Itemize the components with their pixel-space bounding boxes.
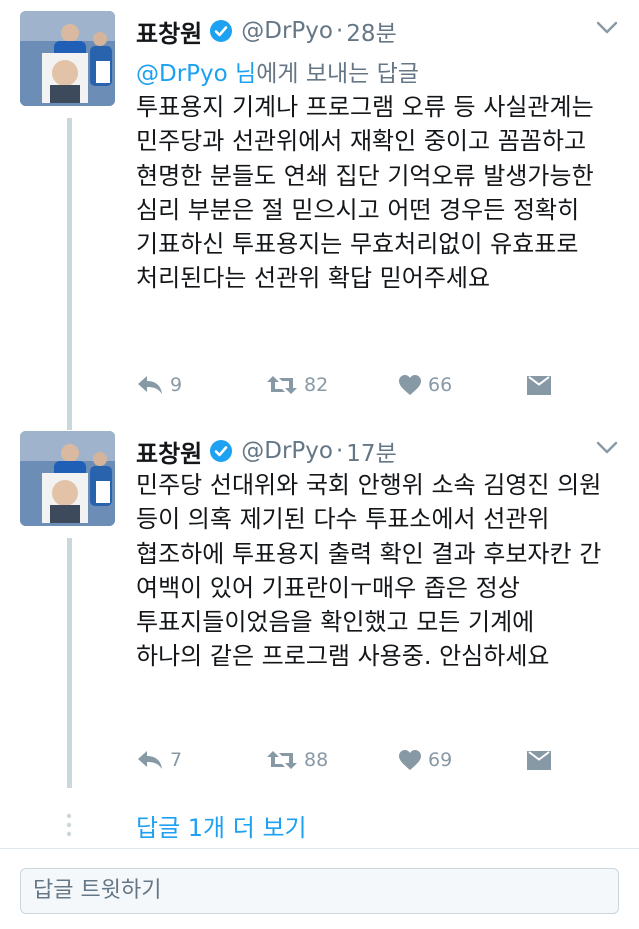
author-name[interactable]: 표창원 xyxy=(136,14,202,49)
retweet-icon xyxy=(267,751,297,769)
retweet-count: 82 xyxy=(304,374,329,396)
avatar[interactable] xyxy=(20,11,115,106)
reply-button[interactable]: 7 xyxy=(136,745,182,775)
reply-icon xyxy=(138,751,162,769)
separator-dot: · xyxy=(335,18,344,44)
direct-message-icon xyxy=(527,376,551,395)
reply-count: 9 xyxy=(170,374,183,396)
verified-badge-icon xyxy=(210,20,233,42)
like-count: 69 xyxy=(428,749,453,771)
chevron-down-icon[interactable] xyxy=(595,20,619,36)
retweet-button[interactable]: 88 xyxy=(266,745,328,775)
timestamp[interactable]: 17분 xyxy=(346,434,396,468)
show-more-replies-link[interactable]: 답글 1개 더 보기 xyxy=(136,808,307,843)
reply-mention-link[interactable]: @DrPyo 님 xyxy=(136,61,256,87)
tweet-header: 표창원 @DrPyo · 28분 xyxy=(136,14,397,48)
tweet-actions: 7 88 69 xyxy=(136,745,556,775)
thread-connector-line xyxy=(67,538,72,788)
verified-badge-icon xyxy=(210,440,233,462)
timestamp[interactable]: 28분 xyxy=(346,14,396,48)
show-more-replies[interactable]: 답글 1개 더 보기 xyxy=(0,802,639,846)
reply-count: 7 xyxy=(170,749,183,771)
tweet-text: 민주당 선대위와 국회 안행위 소속 김영진 의원 등이 의혹 제기된 다수 투… xyxy=(136,471,602,671)
tweet-header: 표창원 @DrPyo · 17분 xyxy=(136,434,397,468)
tweet-actions: 9 82 66 xyxy=(136,370,556,400)
author-handle[interactable]: @DrPyo xyxy=(241,18,333,44)
thread-connector-line xyxy=(67,420,72,430)
heart-icon xyxy=(399,750,421,770)
reply-icon xyxy=(138,376,162,394)
reply-context-text: 에게 보내는 답글 xyxy=(256,61,419,87)
tweet-thread: 표창원 @DrPyo · 28분 @DrPyo 님에게 보내는 답글 투표용지 … xyxy=(0,0,639,842)
avatar[interactable] xyxy=(20,431,115,526)
like-button[interactable]: 69 xyxy=(398,745,452,775)
reply-composer-bar: 답글 트윗하기 xyxy=(0,848,639,929)
reply-button[interactable]: 9 xyxy=(136,370,182,400)
like-count: 66 xyxy=(428,374,453,396)
more-dots-icon xyxy=(66,813,72,837)
tweet[interactable]: 표창원 @DrPyo · 17분 민주당 선대위와 국회 안행위 소속 김영진 … xyxy=(0,420,639,802)
thread-connector-line xyxy=(67,118,72,420)
tweet-text: 투표용지 기계나 프로그램 오류 등 사실관계는 민주당과 선관위에서 재확인 … xyxy=(136,93,594,293)
author-name[interactable]: 표창원 xyxy=(136,434,202,469)
separator-dot: · xyxy=(335,438,344,464)
direct-message-button[interactable] xyxy=(526,370,552,400)
direct-message-button[interactable] xyxy=(526,745,552,775)
retweet-icon xyxy=(267,376,297,394)
heart-icon xyxy=(399,375,421,395)
reply-context: @DrPyo 님에게 보내는 답글 xyxy=(136,54,419,88)
direct-message-icon xyxy=(527,751,551,770)
retweet-count: 88 xyxy=(304,749,329,771)
author-handle[interactable]: @DrPyo xyxy=(241,438,333,464)
tweet[interactable]: 표창원 @DrPyo · 28분 @DrPyo 님에게 보내는 답글 투표용지 … xyxy=(0,0,639,420)
retweet-button[interactable]: 82 xyxy=(266,370,328,400)
reply-input[interactable]: 답글 트윗하기 xyxy=(20,868,619,914)
like-button[interactable]: 66 xyxy=(398,370,452,400)
chevron-down-icon[interactable] xyxy=(595,440,619,456)
